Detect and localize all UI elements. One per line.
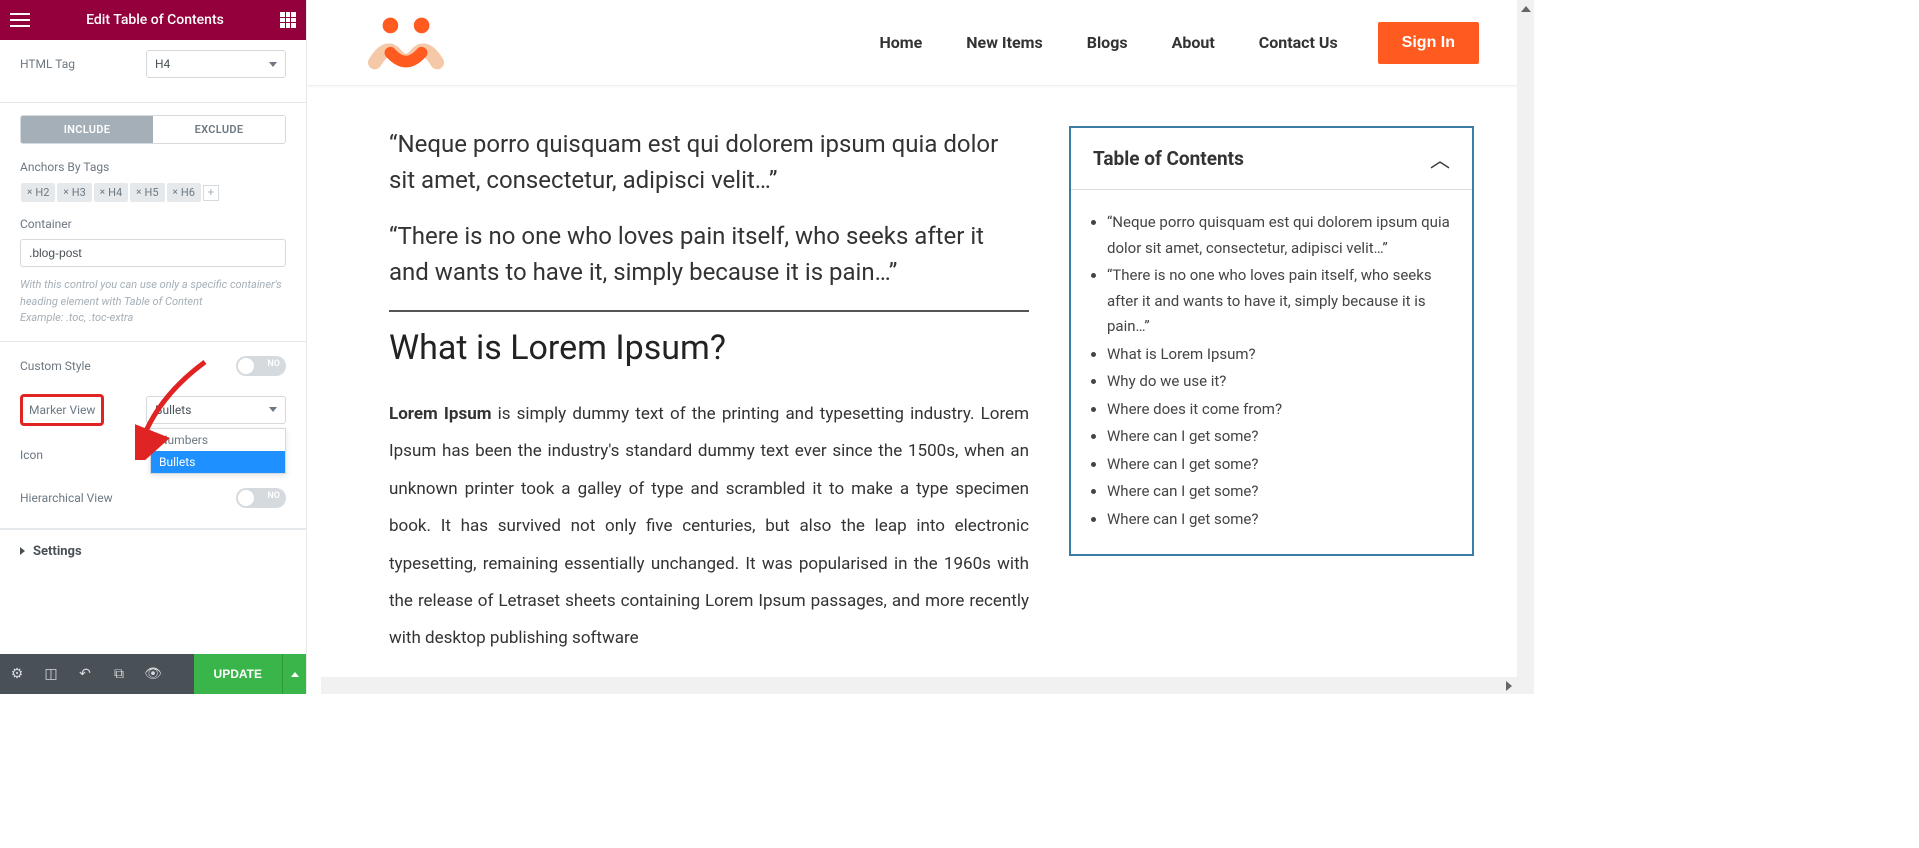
content-wrap: “Neque porro quisquam est qui dolorem ip… [307, 86, 1534, 658]
sidebar-title: Edit Table of Contents [86, 12, 224, 28]
update-caret-button[interactable] [282, 654, 306, 694]
navigator-icon[interactable]: ◫ [34, 654, 68, 694]
custom-style-row: Custom Style NO [0, 342, 306, 390]
include-tab[interactable]: INCLUDE [21, 116, 153, 143]
container-label: Container [20, 217, 286, 231]
preview-panel: Home New Items Blogs About Contact Us Si… [307, 0, 1534, 694]
nav-contact[interactable]: Contact Us [1259, 33, 1338, 52]
close-icon[interactable]: × [63, 187, 68, 198]
chevron-down-icon [269, 62, 277, 67]
horizontal-scrollbar[interactable] [321, 677, 1517, 694]
toc-item[interactable]: Where can I get some? [1107, 452, 1450, 478]
tag-chip-h4[interactable]: ×H4 [94, 183, 128, 202]
tag-chip-h6[interactable]: ×H6 [167, 183, 201, 202]
marker-option-bullets[interactable]: Bullets [151, 451, 285, 473]
tag-chip-h5[interactable]: ×H5 [130, 183, 164, 202]
history-icon[interactable]: ↶ [68, 654, 102, 694]
html-tag-select[interactable]: H4 [146, 50, 286, 78]
anchors-label: Anchors By Tags [20, 160, 286, 174]
container-helper-1: With this control you can use only a spe… [20, 277, 286, 310]
tag-chip-h3[interactable]: ×H3 [57, 183, 91, 202]
toc-item[interactable]: “Neque porro quisquam est qui dolorem ip… [1107, 210, 1450, 261]
include-exclude-toggle: INCLUDE EXCLUDE [20, 115, 286, 144]
sign-in-button[interactable]: Sign In [1378, 22, 1479, 64]
apps-icon[interactable] [280, 12, 296, 28]
icon-label: Icon [20, 448, 43, 462]
settings-section[interactable]: Settings [0, 529, 306, 573]
marker-option-numbers[interactable]: Numbers [151, 429, 285, 451]
site-header: Home New Items Blogs About Contact Us Si… [307, 0, 1534, 86]
vertical-scrollbar[interactable] [1517, 0, 1534, 694]
nav-about[interactable]: About [1172, 33, 1215, 52]
chevron-down-icon [269, 407, 277, 412]
toc-item[interactable]: Where can I get some? [1107, 507, 1450, 533]
nav-blogs[interactable]: Blogs [1087, 33, 1128, 52]
marker-view-label: Marker View [20, 394, 104, 426]
sidebar-body: HTML Tag H4 INCLUDE EXCLUDE Anchors By T… [0, 40, 306, 654]
settings-label: Settings [33, 544, 82, 559]
chevron-up-icon: ︿ [1430, 144, 1450, 173]
container-helper-2: Example: .toc, .toc-extra [20, 310, 286, 327]
nav-new-items[interactable]: New Items [966, 33, 1042, 52]
container-input[interactable] [20, 239, 286, 267]
add-tag-button[interactable]: + [203, 185, 219, 201]
marker-view-dropdown: Numbers Bullets [150, 428, 286, 474]
article-body: “Neque porro quisquam est qui dolorem ip… [389, 126, 1029, 658]
nav-links: Home New Items Blogs About Contact Us [879, 33, 1337, 52]
scroll-right-button[interactable] [1500, 677, 1517, 694]
toc-header[interactable]: Table of Contents ︿ [1071, 128, 1472, 190]
sidebar-footer: ⚙ ◫ ↶ ⧉ 👁 UPDATE [0, 654, 306, 694]
toc-title: Table of Contents [1093, 147, 1244, 170]
marker-view-select[interactable]: Bullets [146, 396, 286, 424]
toc-item[interactable]: Why do we use it? [1107, 369, 1450, 395]
chevron-up-icon [291, 672, 299, 677]
hierarchical-view-switch[interactable]: NO [236, 488, 286, 508]
toc-item[interactable]: Where can I get some? [1107, 424, 1450, 450]
marker-view-value: Bullets [155, 403, 191, 417]
article-paragraph: Lorem Ipsum is simply dummy text of the … [389, 396, 1029, 658]
menu-icon[interactable] [10, 13, 30, 27]
toc-item[interactable]: Where does it come from? [1107, 397, 1450, 423]
html-tag-row: HTML Tag H4 [0, 40, 306, 88]
toc-list: “Neque porro quisquam est qui dolorem ip… [1071, 190, 1472, 554]
exclude-tab[interactable]: EXCLUDE [153, 116, 285, 143]
close-icon[interactable]: × [100, 187, 105, 198]
marker-view-row: Marker View Bullets Numbers Bullets [0, 390, 306, 440]
preview-icon[interactable]: 👁 [136, 654, 170, 694]
quote-heading-1: “Neque porro quisquam est qui dolorem ip… [389, 126, 1029, 198]
hierarchical-view-label: Hierarchical View [20, 491, 113, 505]
chevron-right-icon [20, 547, 25, 555]
paragraph-strong: Lorem Ipsum [389, 404, 491, 424]
editor-sidebar: Edit Table of Contents HTML Tag H4 INCLU… [0, 0, 307, 694]
settings-gear-icon[interactable]: ⚙ [0, 654, 34, 694]
close-icon[interactable]: × [173, 187, 178, 198]
toc-widget: Table of Contents ︿ “Neque porro quisqua… [1069, 126, 1474, 556]
switch-no-label: NO [267, 491, 280, 501]
divider [389, 310, 1029, 312]
switch-no-label: NO [267, 359, 280, 369]
section-heading: What is Lorem Ipsum? [389, 328, 1029, 368]
scroll-up-button[interactable] [1517, 0, 1534, 17]
toc-item[interactable]: What is Lorem Ipsum? [1107, 342, 1450, 368]
custom-style-label: Custom Style [20, 359, 91, 373]
html-tag-label: HTML Tag [20, 57, 75, 71]
custom-style-switch[interactable]: NO [236, 356, 286, 376]
paragraph-rest: is simply dummy text of the printing and… [389, 404, 1029, 648]
toc-item[interactable]: Where can I get some? [1107, 479, 1450, 505]
responsive-icon[interactable]: ⧉ [102, 654, 136, 694]
toc-item[interactable]: “There is no one who loves pain itself, … [1107, 263, 1450, 340]
sidebar-header: Edit Table of Contents [0, 0, 306, 40]
nav-home[interactable]: Home [879, 33, 922, 52]
close-icon[interactable]: × [27, 187, 32, 198]
anchors-tags[interactable]: ×H2 ×H3 ×H4 ×H5 ×H6 + [20, 182, 286, 203]
quote-heading-2: “There is no one who loves pain itself, … [389, 218, 1029, 290]
site-logo[interactable] [367, 13, 445, 73]
update-button[interactable]: UPDATE [194, 654, 282, 694]
tag-chip-h2[interactable]: ×H2 [21, 183, 55, 202]
close-icon[interactable]: × [136, 187, 141, 198]
html-tag-value: H4 [155, 57, 170, 71]
hierarchical-view-row: Hierarchical View NO [0, 484, 306, 522]
